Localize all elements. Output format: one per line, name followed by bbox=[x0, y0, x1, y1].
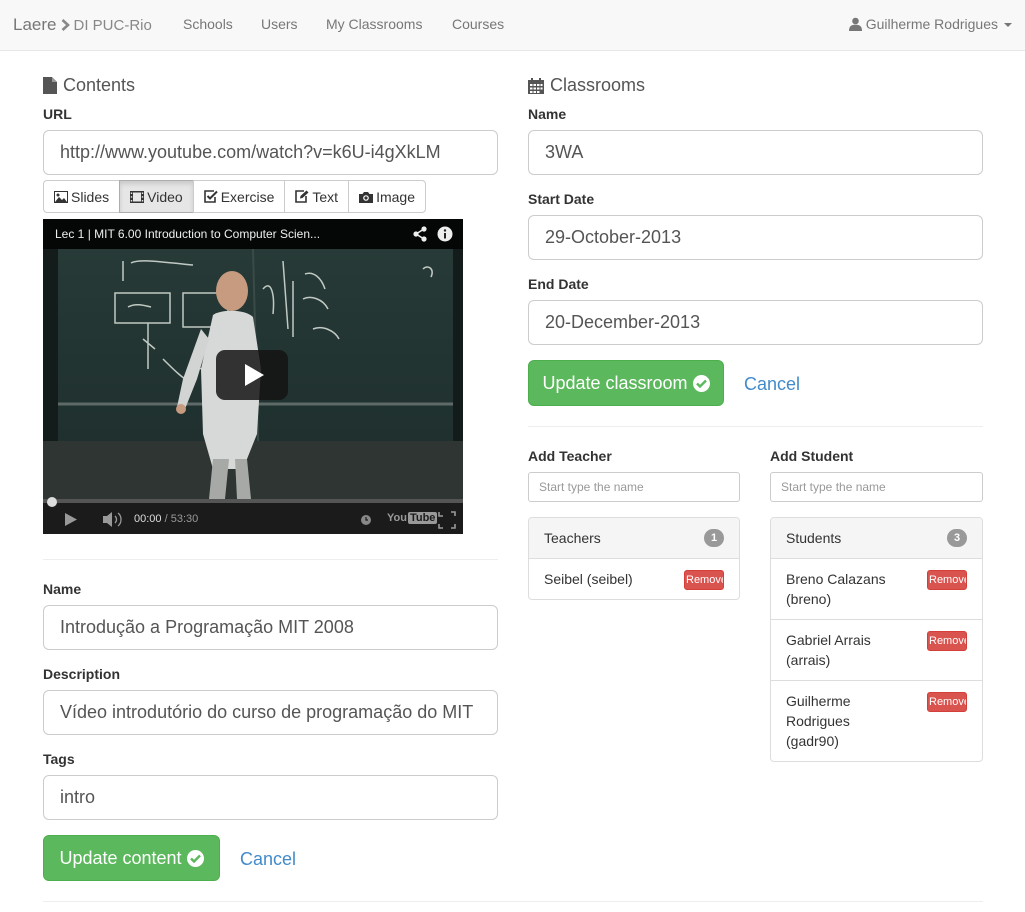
start-date-input[interactable]: 29-October-2013 bbox=[528, 215, 983, 260]
video-progress-bar[interactable] bbox=[43, 499, 463, 505]
student-item: Gabriel Arrais (arrais) Remove bbox=[771, 620, 982, 681]
nav-link-schools[interactable]: Schools bbox=[183, 16, 233, 32]
remove-teacher-button[interactable]: Remove bbox=[684, 570, 724, 590]
start-date-label: Start Date bbox=[528, 191, 595, 207]
tab-text-label: Text bbox=[312, 188, 339, 205]
add-student-input[interactable]: Start type the name bbox=[770, 472, 983, 502]
tab-video[interactable]: Video bbox=[119, 180, 194, 213]
camera-icon bbox=[359, 191, 376, 203]
content-type-tabs: Slides Video Exercise Text Image bbox=[43, 180, 426, 213]
tab-slides-label: Slides bbox=[71, 188, 110, 205]
content-tags-input[interactable]: intro bbox=[43, 775, 498, 820]
students-count-badge: 3 bbox=[947, 529, 967, 547]
film-icon bbox=[130, 190, 147, 203]
classrooms-header: Classrooms bbox=[528, 75, 645, 96]
video-duration: / 53:30 bbox=[164, 513, 199, 525]
update-content-label: Update content bbox=[59, 847, 182, 868]
tab-image[interactable]: Image bbox=[348, 180, 426, 213]
tab-exercise-label: Exercise bbox=[220, 188, 275, 205]
share-icon[interactable] bbox=[413, 226, 427, 242]
student-name: Breno Calazans (breno) bbox=[786, 571, 886, 607]
tab-video-label: Video bbox=[147, 188, 183, 205]
brand-subtitle: DI PUC-Rio bbox=[73, 16, 152, 34]
video-play-button[interactable] bbox=[216, 350, 288, 400]
watch-later-icon[interactable] bbox=[359, 513, 373, 527]
teachers-count-badge: 1 bbox=[704, 529, 724, 547]
remove-student-button[interactable]: Remove bbox=[927, 570, 967, 590]
video-player[interactable]: Lec 1 | MIT 6.00 Introduction to Compute… bbox=[43, 219, 463, 534]
check-square-icon bbox=[203, 190, 221, 203]
tab-slides[interactable]: Slides bbox=[43, 180, 121, 213]
user-icon bbox=[848, 17, 862, 31]
video-title[interactable]: Lec 1 | MIT 6.00 Introduction to Compute… bbox=[55, 227, 320, 241]
navbar-brand[interactable]: Laere DI PUC-Rio bbox=[13, 15, 152, 35]
classroom-name-input[interactable]: 3WA bbox=[528, 130, 983, 175]
tab-text[interactable]: Text bbox=[284, 180, 350, 213]
tab-exercise[interactable]: Exercise bbox=[192, 180, 286, 213]
divider bbox=[43, 901, 983, 902]
name-label: Name bbox=[43, 581, 82, 597]
classroom-name-label: Name bbox=[528, 106, 567, 122]
update-content-button[interactable]: Update content bbox=[43, 835, 220, 881]
top-navbar: Laere DI PUC-Rio Schools Users My Classr… bbox=[0, 0, 1025, 51]
students-panel-header: Students 3 bbox=[771, 518, 982, 559]
teachers-panel: Teachers 1 Seibel (seibel) Remove bbox=[528, 517, 740, 600]
brand-name: Laere bbox=[13, 15, 57, 34]
content-name-input[interactable]: Introdução a Programação MIT 2008 bbox=[43, 605, 498, 650]
caret-down-icon bbox=[1004, 22, 1012, 27]
user-menu-dropdown[interactable]: Guilherme Rodrigues bbox=[848, 16, 1012, 32]
contents-title: Contents bbox=[63, 75, 136, 95]
remove-student-button[interactable]: Remove bbox=[927, 692, 967, 712]
student-item: Breno Calazans (breno) Remove bbox=[771, 559, 982, 620]
cancel-classroom-link[interactable]: Cancel bbox=[744, 374, 800, 395]
remove-student-button[interactable]: Remove bbox=[927, 631, 967, 651]
teacher-item: Seibel (seibel) Remove bbox=[529, 559, 739, 599]
tags-label: Tags bbox=[43, 751, 75, 767]
url-input[interactable]: http://www.youtube.com/watch?v=k6U-i4gXk… bbox=[43, 130, 498, 175]
tab-image-label: Image bbox=[376, 188, 415, 205]
fullscreen-icon[interactable] bbox=[437, 511, 457, 529]
ok-circle-icon bbox=[692, 374, 710, 392]
students-panel: Students 3 Breno Calazans (breno) Remove… bbox=[770, 517, 983, 762]
video-time-display: 00:00 / 53:30 bbox=[134, 513, 198, 525]
contents-header: Contents bbox=[43, 75, 135, 96]
picture-icon bbox=[54, 190, 71, 203]
classrooms-title: Classrooms bbox=[550, 75, 646, 95]
update-classroom-button[interactable]: Update classroom bbox=[528, 360, 724, 406]
student-name: Gabriel Arrais (arrais) bbox=[786, 632, 871, 668]
youtube-logo[interactable]: You Tube bbox=[387, 512, 438, 524]
file-icon bbox=[43, 77, 63, 94]
ok-circle-icon bbox=[186, 849, 204, 867]
play-icon[interactable] bbox=[61, 511, 81, 529]
nav-link-courses[interactable]: Courses bbox=[452, 16, 504, 32]
nav-link-users[interactable]: Users bbox=[261, 16, 298, 32]
add-student-label: Add Student bbox=[770, 448, 854, 464]
teachers-panel-header: Teachers 1 bbox=[529, 518, 739, 559]
add-teacher-input[interactable]: Start type the name bbox=[528, 472, 740, 502]
edit-icon bbox=[295, 190, 312, 203]
student-item: Guilherme Rodrigues (gadr90) Remove bbox=[771, 681, 982, 761]
divider bbox=[528, 426, 983, 427]
info-icon[interactable] bbox=[437, 226, 453, 242]
nav-link-my-classrooms[interactable]: My Classrooms bbox=[326, 16, 422, 32]
divider bbox=[43, 559, 498, 560]
students-title: Students bbox=[786, 530, 842, 546]
teachers-title: Teachers bbox=[544, 530, 601, 546]
end-date-label: End Date bbox=[528, 276, 589, 292]
user-name: Guilherme Rodrigues bbox=[865, 16, 998, 32]
cancel-content-link[interactable]: Cancel bbox=[240, 849, 296, 870]
end-date-input[interactable]: 20-December-2013 bbox=[528, 300, 983, 345]
content-description-input[interactable]: Vídeo introdutório do curso de programaç… bbox=[43, 690, 498, 735]
calendar-icon bbox=[528, 77, 550, 94]
teacher-name: Seibel (seibel) bbox=[544, 571, 633, 587]
description-label: Description bbox=[43, 666, 121, 682]
youtube-logo-box: Tube bbox=[407, 512, 438, 524]
student-name: Guilherme Rodrigues (gadr90) bbox=[786, 693, 851, 749]
video-current-time: 00:00 bbox=[134, 513, 162, 525]
update-classroom-label: Update classroom bbox=[542, 372, 688, 393]
chevron-right-icon bbox=[61, 19, 71, 31]
url-label: URL bbox=[43, 106, 72, 122]
add-teacher-label: Add Teacher bbox=[528, 448, 612, 464]
volume-icon[interactable] bbox=[101, 510, 123, 528]
